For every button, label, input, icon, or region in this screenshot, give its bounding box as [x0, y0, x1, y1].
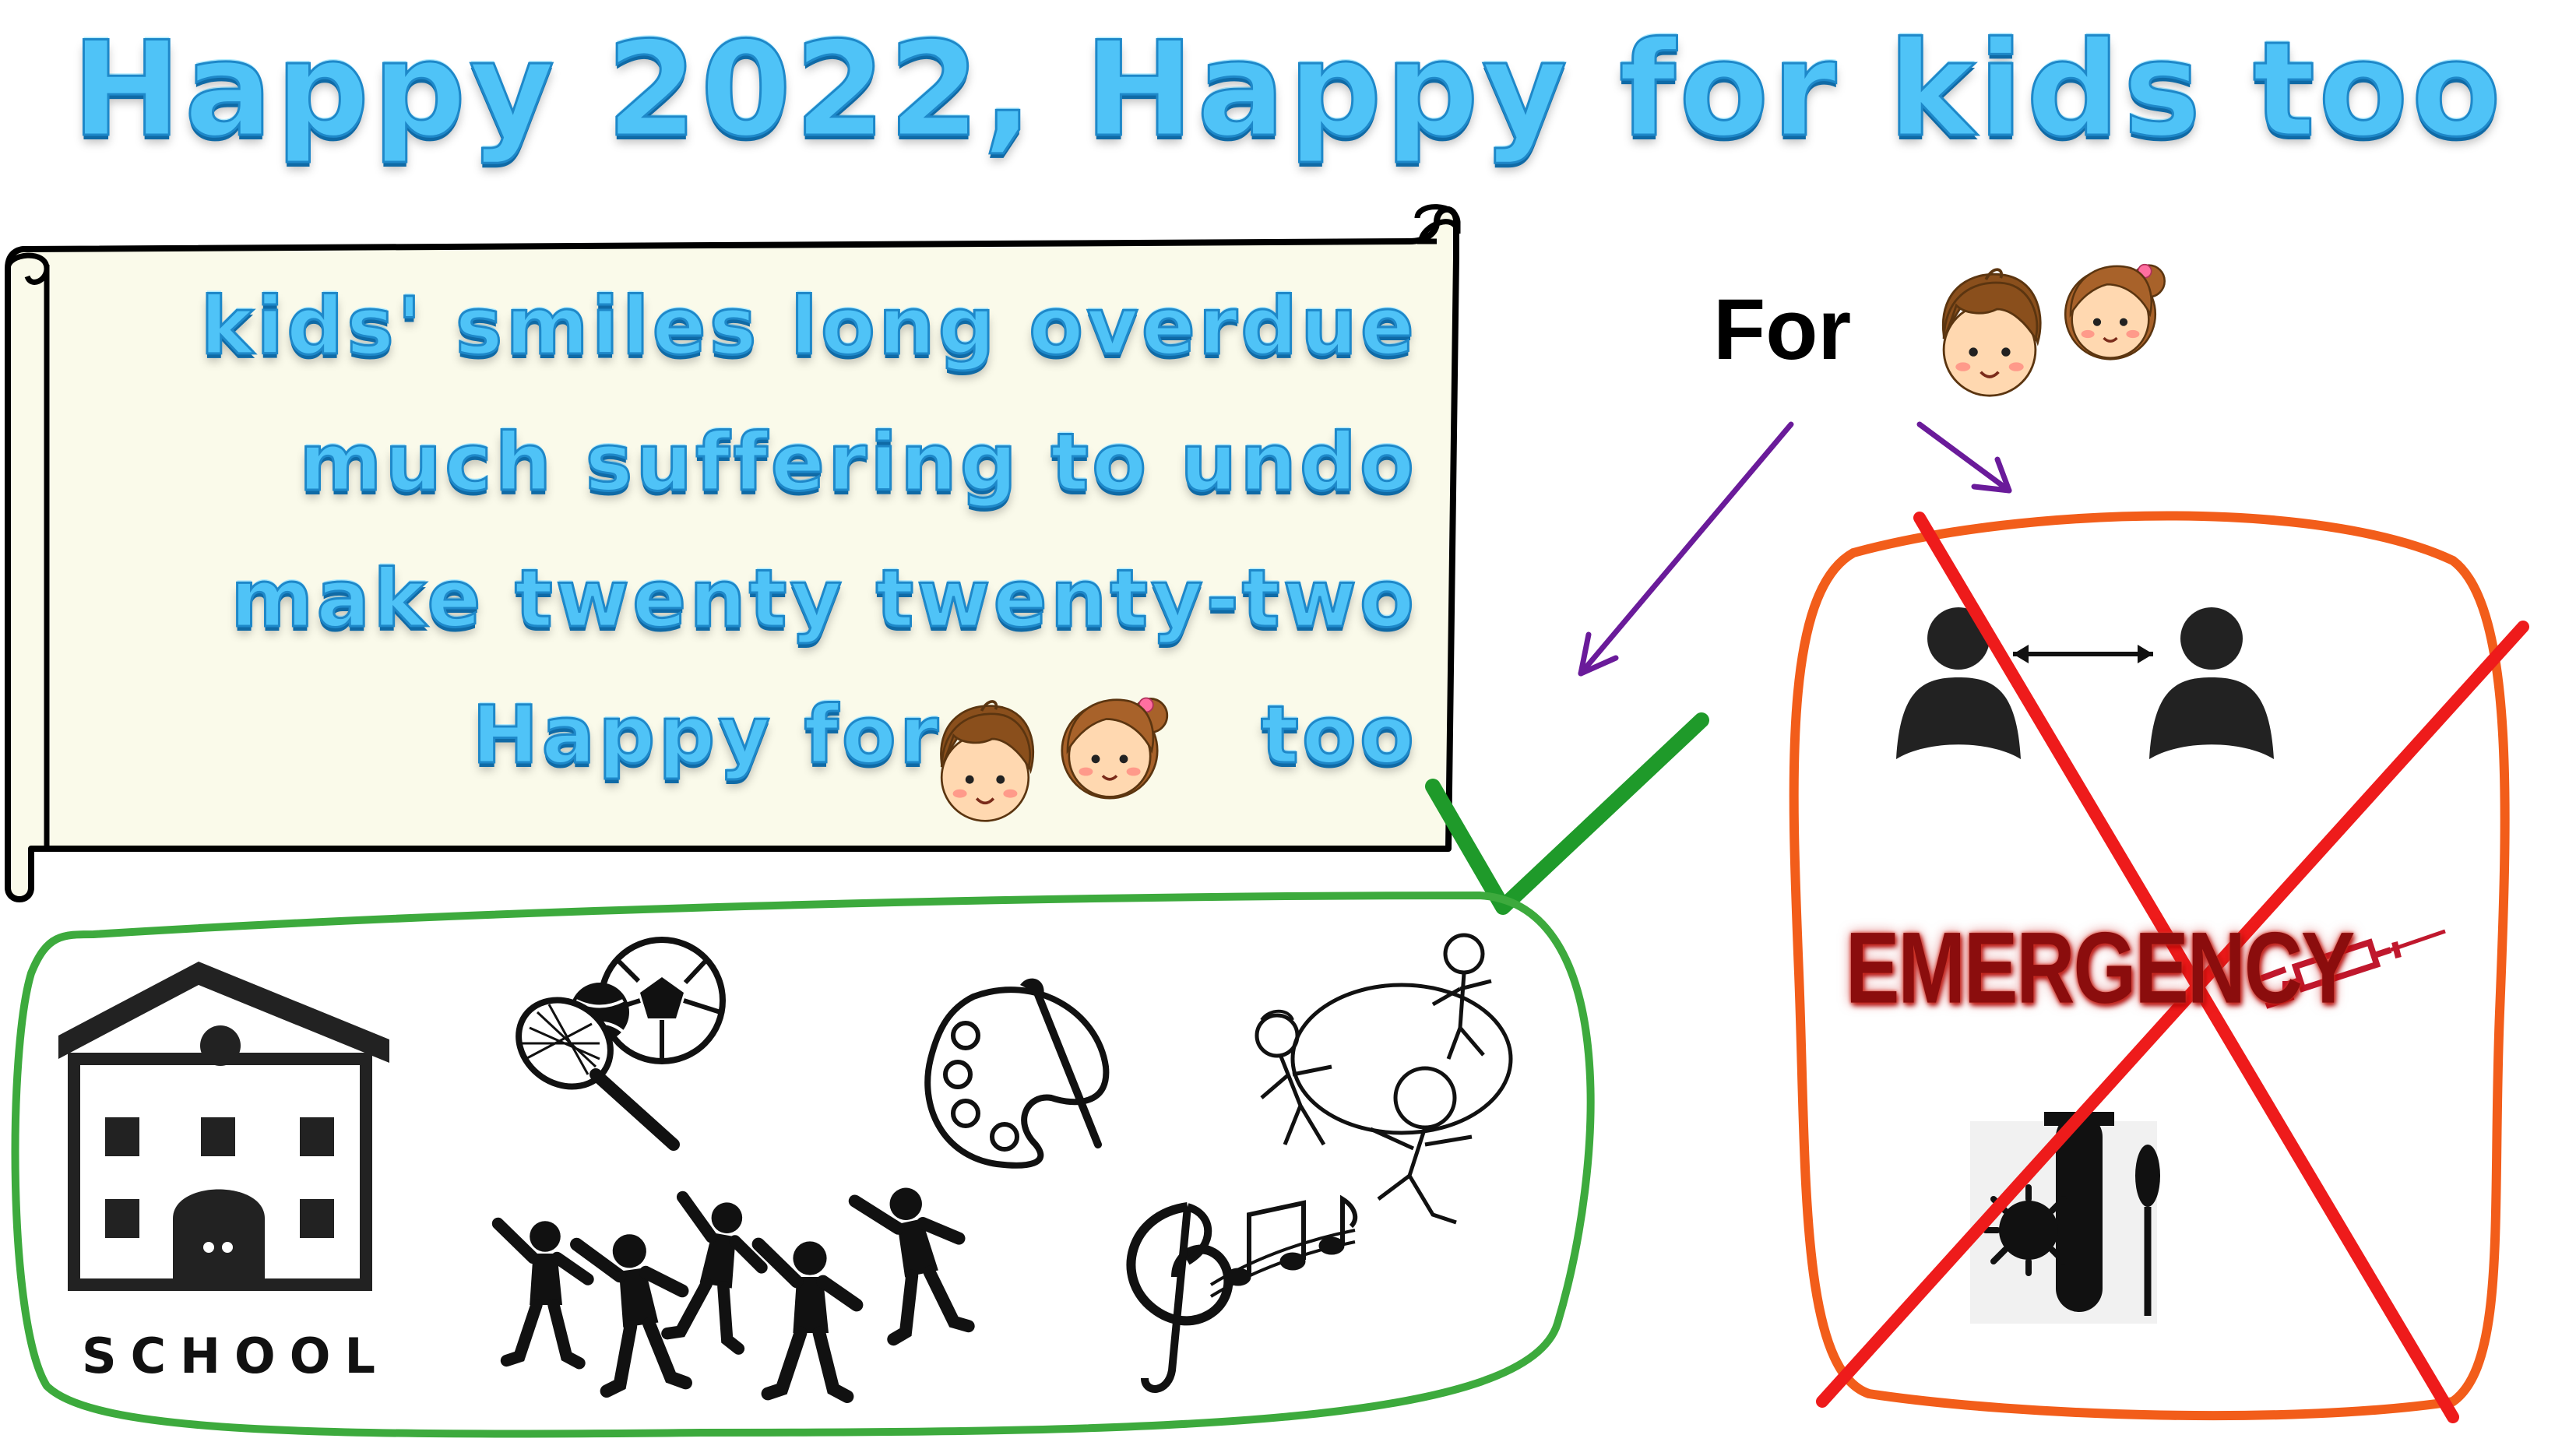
music-notes-icon	[1126, 1194, 1358, 1393]
scroll-line-3: make twenty twenty-two	[230, 552, 1417, 647]
virus-test-tube-icon	[1970, 1112, 2160, 1324]
for-label: For	[1713, 282, 1852, 378]
school-label: SCHOOL	[82, 1328, 389, 1384]
kids-placeholder	[973, 690, 1230, 791]
scroll-line-2: much suffering to undo	[298, 416, 1417, 511]
social-distance-people-icon	[1896, 607, 2274, 759]
scroll-line-4: Happy for too	[471, 688, 1417, 791]
school-building-icon	[58, 962, 389, 1291]
scroll-text: kids' smiles long overdue much suffering…	[55, 280, 1417, 825]
for-kids-icon	[1941, 263, 2166, 398]
green-check	[1425, 712, 1709, 915]
scroll-line-1: kids' smiles long overdue	[199, 280, 1417, 375]
scroll-line-4-end: too	[1260, 688, 1417, 783]
dancing-kids-silhouette-icon	[498, 1179, 977, 1397]
emergency-text-icon: EMERGENCY	[1846, 912, 2355, 1025]
sports-ball-racket-icon	[516, 937, 726, 1151]
paint-palette-icon	[924, 978, 1110, 1169]
scroll-line-4-start: Happy for	[471, 688, 942, 783]
kids-playing-circle-icon	[1255, 933, 1513, 1225]
